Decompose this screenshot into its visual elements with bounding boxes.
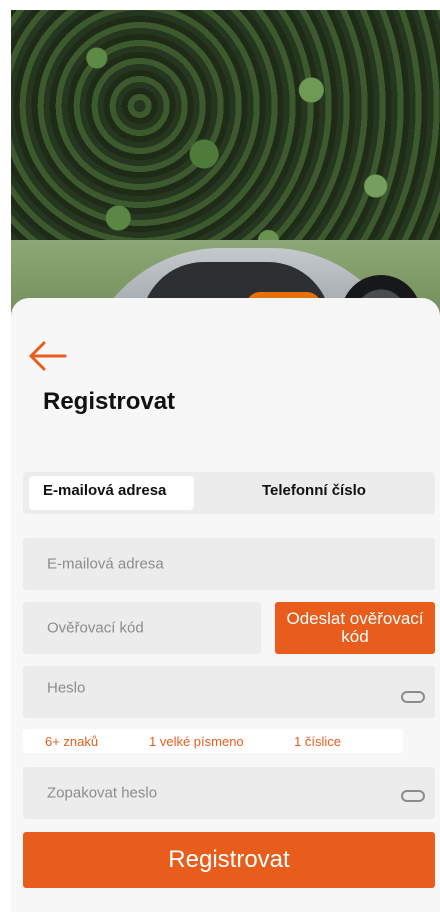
rule-uppercase: 1 velké písmeno [149, 734, 244, 749]
mower-hero-image [11, 10, 440, 330]
arrow-left-icon[interactable] [26, 339, 68, 373]
page-title: Registrovat [43, 388, 176, 415]
rule-digit: 1 číslice [294, 734, 341, 749]
repeat-password-input[interactable]: Zopakovat heslo [23, 767, 435, 819]
tab-email-label: E-mailová adresa [43, 482, 167, 499]
register-button[interactable]: Registrovat [23, 832, 435, 888]
password-input[interactable]: Heslo [23, 666, 435, 718]
email-input[interactable]: E-mailová adresa [23, 538, 435, 590]
verification-code-input[interactable]: Ověřovací kód [23, 602, 261, 654]
eye-icon[interactable] [401, 691, 425, 703]
rule-length: 6+ znaků [45, 734, 99, 749]
tab-phone[interactable]: Telefonní číslo [262, 482, 366, 499]
eye-icon[interactable] [401, 790, 425, 802]
send-code-button[interactable]: Odeslat ověřovací kód [275, 602, 435, 654]
